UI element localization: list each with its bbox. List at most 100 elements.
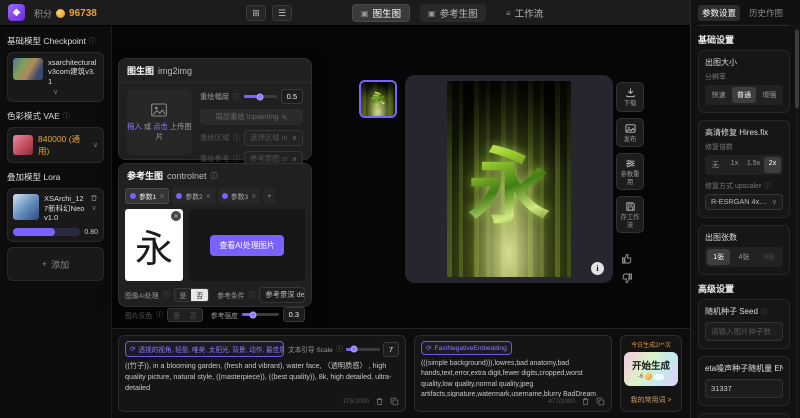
controlnet-tab-3[interactable]: 参数3 ✕ bbox=[218, 188, 260, 204]
resolution-option-fast[interactable]: 快速 bbox=[707, 87, 730, 103]
copy-icon[interactable] bbox=[596, 397, 605, 406]
remove-image-button[interactable]: ✕ bbox=[171, 211, 181, 221]
ai-process-no[interactable]: 否 bbox=[191, 289, 208, 301]
batch-1[interactable]: 1张 bbox=[707, 249, 730, 265]
grid-view-button[interactable]: ⊞ bbox=[246, 5, 266, 21]
thumbs-up-icon[interactable] bbox=[621, 253, 633, 265]
upscale-1-5x[interactable]: 1.5x bbox=[745, 157, 762, 173]
scrollbar-track[interactable] bbox=[795, 26, 799, 418]
seed-input[interactable] bbox=[705, 322, 783, 341]
denoise-value[interactable]: 0.5 bbox=[281, 89, 303, 104]
trash-icon[interactable] bbox=[581, 397, 590, 406]
controlnet-tab-2-label: 参数2 bbox=[185, 191, 202, 201]
invert-label: 图片反色 bbox=[125, 310, 152, 320]
cfg-scale-value[interactable]: 7 bbox=[383, 342, 399, 357]
image-upload-dropzone[interactable]: 拖入 或 点击 上传图片 bbox=[127, 89, 192, 155]
cfg-scale-slider[interactable] bbox=[346, 348, 380, 351]
tab-parameters[interactable]: 参数设置 bbox=[698, 5, 740, 21]
negative-prompt-text[interactable]: (((simple background))),lowres,bad anato… bbox=[421, 359, 605, 397]
info-icon[interactable]: ⓘ bbox=[211, 171, 218, 181]
publish-button[interactable]: 发布 bbox=[616, 118, 644, 148]
image-info-button[interactable]: i bbox=[591, 262, 604, 275]
strength-slider[interactable] bbox=[242, 313, 279, 316]
chevron-down-icon: ∨ bbox=[292, 135, 297, 142]
generated-image[interactable]: 永 bbox=[447, 81, 571, 277]
info-icon[interactable]: ⓘ bbox=[89, 36, 96, 46]
negative-embedding-chip[interactable]: ⟳ FastNegativeEmbedding bbox=[421, 341, 512, 355]
info-icon[interactable]: ⓘ bbox=[233, 133, 240, 143]
app-logo-icon[interactable]: ◆ bbox=[8, 4, 25, 21]
info-icon[interactable]: ⓘ bbox=[764, 181, 771, 191]
lora-card[interactable]: XSArchi_127新科幻Neov1.0 ∨ 0.80 bbox=[7, 188, 104, 242]
close-icon[interactable]: ✕ bbox=[206, 193, 211, 200]
img2img-title-zh: 图生图 bbox=[127, 64, 154, 77]
scrollbar-thumb[interactable] bbox=[795, 30, 799, 108]
controlnet-title-en: controlnet bbox=[167, 171, 207, 181]
positive-prompt-box: ⟳ 透视的视角, 轻盈, 唯美, 太阳光, 背景, 动作, 最佳质量 文本引导 … bbox=[118, 335, 406, 412]
chevron-down-icon[interactable]: ∨ bbox=[13, 89, 98, 96]
chevron-down-icon[interactable]: ∨ bbox=[93, 142, 98, 149]
invert-yes[interactable]: 是 bbox=[168, 309, 185, 321]
invert-no[interactable]: 否 bbox=[185, 309, 202, 321]
condition-value: 参考景深 dept bbox=[265, 290, 305, 300]
generate-button[interactable]: 开始生成 -6 bbox=[624, 352, 678, 386]
resolution-option-enhanced[interactable]: 增强 bbox=[758, 87, 781, 103]
tab-img2img[interactable]: ▣ 图生图 bbox=[352, 4, 410, 22]
add-model-button[interactable]: + 添加 bbox=[7, 247, 104, 281]
favorite-prompts-link[interactable]: 我的常用词 > bbox=[630, 395, 671, 407]
close-icon: ✕ bbox=[173, 213, 178, 220]
ai-process-yes[interactable]: 是 bbox=[175, 289, 192, 301]
tab-controlnet[interactable]: ▣ 参考生图 bbox=[420, 4, 486, 22]
condition-label: 参考条件 bbox=[217, 290, 244, 300]
trash-icon[interactable] bbox=[90, 194, 98, 202]
save-icon bbox=[625, 201, 636, 212]
tab-history[interactable]: 历史作图 bbox=[745, 5, 787, 21]
result-thumbnail[interactable]: 永 bbox=[359, 80, 397, 118]
upscale-none[interactable]: 无 bbox=[707, 157, 724, 173]
close-icon[interactable]: ✕ bbox=[159, 193, 164, 200]
tab-workflow[interactable]: ≡ 工作流 bbox=[498, 4, 551, 22]
region-dropdown[interactable]: 选择区域 In ∨ bbox=[244, 130, 303, 146]
upscaler-dropdown[interactable]: R-ESRGAN 4x+ (适合多种风 ∨ bbox=[705, 194, 783, 210]
info-icon[interactable]: ⓘ bbox=[233, 92, 240, 102]
resolution-option-normal[interactable]: 普通 bbox=[732, 87, 755, 103]
batch-count-card: 出图张数 1张 4张 9张 bbox=[698, 225, 790, 275]
positive-prompt-text[interactable]: ((竹子)), in a blooming garden, (fresh and… bbox=[125, 361, 399, 397]
info-icon[interactable]: ⓘ bbox=[163, 290, 170, 300]
controlnet-tab-2[interactable]: 参数2 ✕ bbox=[172, 188, 214, 204]
batch-4[interactable]: 4张 bbox=[732, 249, 755, 265]
strength-value[interactable]: 0.3 bbox=[283, 307, 305, 322]
info-icon[interactable]: ⓘ bbox=[63, 111, 70, 121]
controlnet-reference-image[interactable]: 永 ✕ bbox=[125, 209, 183, 281]
batch-9[interactable]: 9张 bbox=[758, 249, 781, 265]
close-icon[interactable]: ✕ bbox=[251, 193, 256, 200]
condition-dropdown[interactable]: 参考景深 dept ∨ bbox=[259, 287, 305, 303]
denoise-slider[interactable] bbox=[244, 95, 276, 98]
upscale-2x[interactable]: 2x bbox=[764, 157, 781, 173]
checkpoint-card[interactable]: xsarchitecturalv3com建筑v3.1 ∨ bbox=[7, 52, 104, 102]
thumbs-down-icon[interactable] bbox=[621, 272, 633, 284]
copy-icon[interactable] bbox=[390, 397, 399, 406]
vae-card[interactable]: 840000 (通用) ∨ bbox=[7, 127, 104, 163]
info-icon[interactable]: ⓘ bbox=[761, 307, 768, 317]
chevron-down-icon[interactable]: ∨ bbox=[91, 205, 96, 212]
invert-toggle: 是 否 bbox=[167, 308, 203, 322]
workflow-icon: ≡ bbox=[506, 9, 511, 18]
upscale-1x[interactable]: 1x bbox=[726, 157, 743, 173]
reuse-params-button[interactable]: 参数重用 bbox=[616, 153, 644, 190]
download-button[interactable]: 下载 bbox=[616, 82, 644, 112]
grid-icon: ⊞ bbox=[252, 8, 260, 19]
view-ai-processed-button[interactable]: 查看AI处理图片 bbox=[210, 235, 284, 256]
menu-button[interactable]: ☰ bbox=[272, 5, 292, 21]
save-to-workflow-button[interactable]: 存工作流 bbox=[616, 196, 644, 233]
info-icon[interactable]: ⓘ bbox=[156, 310, 163, 320]
info-icon[interactable]: ⓘ bbox=[248, 290, 255, 300]
trash-icon[interactable] bbox=[375, 397, 384, 406]
controlnet-add-tab[interactable]: + bbox=[263, 188, 275, 204]
ensd-input[interactable] bbox=[705, 379, 783, 398]
keyword-suggestion-chip[interactable]: ⟳ 透视的视角, 轻盈, 唯美, 太阳光, 背景, 动作, 最佳质量 bbox=[125, 341, 284, 357]
info-icon[interactable]: ⓘ bbox=[336, 344, 343, 354]
controlnet-tab-1[interactable]: 参数1 ✕ bbox=[125, 188, 169, 204]
lora-weight-slider[interactable] bbox=[13, 228, 80, 236]
inpainting-button[interactable]: 局部重绘 Inpainting ✎ bbox=[200, 109, 303, 125]
